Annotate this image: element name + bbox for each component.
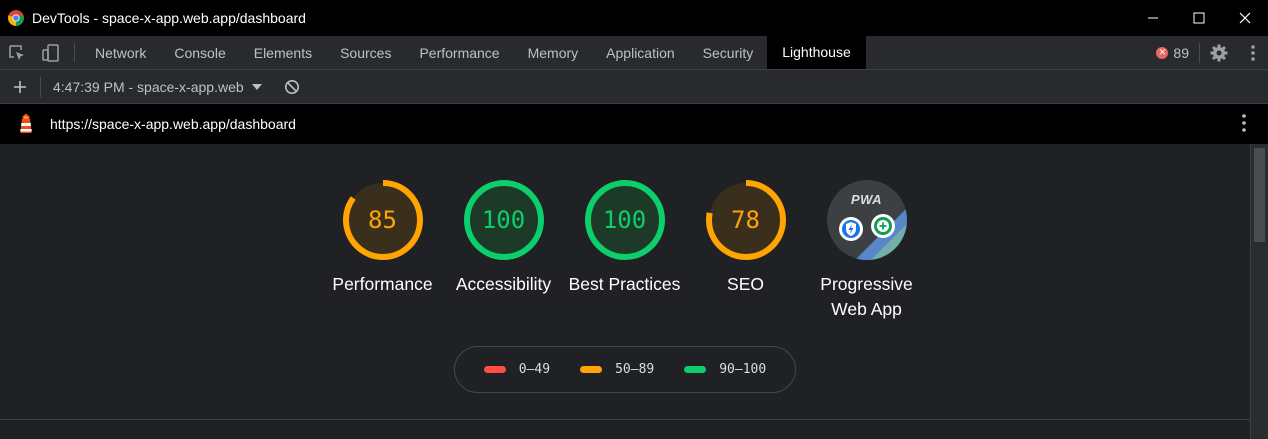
tabbar-right-controls: ✕ 89 [1156,36,1268,69]
clear-reports-button[interactable] [284,79,300,95]
window-controls [1130,0,1268,36]
gauge-score: 85 [368,206,397,234]
caret-down-icon [251,83,262,90]
legend-item-average: 50–89 [580,362,654,377]
gear-icon [1210,44,1228,61]
gauge-score: 78 [731,206,760,234]
more-vertical-icon [1242,114,1246,132]
lighthouse-icon [20,113,32,133]
report-url-bar: https://space-x-app.web.app/dashboard [0,104,1268,144]
close-icon [1239,12,1251,24]
minimize-icon [1148,17,1158,19]
tab-network[interactable]: Network [81,36,160,69]
gauge-label: Performance [332,274,433,294]
toolbar-divider [40,76,41,97]
tab-performance[interactable]: Performance [405,36,513,69]
section-divider [0,419,1250,420]
legend-range: 90–100 [719,362,767,377]
tab-security[interactable]: Security [689,36,768,69]
tab-elements[interactable]: Elements [240,36,326,69]
window-titlebar: DevTools - space-x-app.web.app/dashboard [0,0,1268,36]
scrollbar-thumb[interactable] [1254,148,1265,242]
gauge-label: Progressive Web App [820,274,913,319]
tab-sources[interactable]: Sources [326,36,405,69]
tab-application[interactable]: Application [592,36,689,69]
error-icon: ✕ [1156,46,1169,59]
maximize-button[interactable] [1176,0,1222,36]
installable-icon [870,214,895,238]
inspect-element-icon [9,44,24,60]
minimize-button[interactable] [1130,0,1176,36]
tab-memory[interactable]: Memory [514,36,593,69]
legend-swatch [580,366,603,373]
legend-swatch [483,366,506,373]
gauge-ring: 100 [462,178,546,262]
new-report-button[interactable] [0,80,40,94]
gauge-ring: 85 [341,178,425,262]
error-count: 89 [1173,44,1189,61]
gauge-seo[interactable]: 78 SEO [685,178,806,322]
window-title: DevTools - space-x-app.web.app/dashboard [32,10,306,26]
gauge-ring: 78 [704,178,788,262]
legend-range: 0–49 [518,362,551,377]
fast-reliable-icon [838,217,863,241]
report-selector-label: 4:47:39 PM - space-x-app.web [53,78,244,95]
tab-console[interactable]: Console [160,36,239,69]
vertical-scrollbar[interactable] [1250,144,1268,439]
inspect-element-button[interactable] [0,36,34,69]
gauge-score: 100 [481,206,526,234]
gauge-accessibility[interactable]: 100 Accessibility [443,178,564,322]
gauge-pwa[interactable]: PWA Progressive Web App [806,178,927,322]
gauge-label: Best Practices [568,274,681,294]
chrome-icon [8,10,24,26]
settings-button[interactable] [1200,43,1238,63]
gauge-best-practices[interactable]: 100 Best Practices [564,178,685,322]
report-selector[interactable]: 4:47:39 PM - space-x-app.web [53,79,262,95]
report-content: 85 Performance 100 Accessibility 100 Bes… [0,144,1250,439]
pwa-badge: PWA [826,180,907,260]
gauge-label: SEO [727,274,764,294]
gauge-score: 100 [602,206,647,234]
error-counter[interactable]: ✕ 89 [1156,45,1199,61]
legend-swatch [684,366,707,373]
device-toolbar-icon [42,43,59,62]
gauge-label: Accessibility [455,274,552,294]
legend-range: 50–89 [615,362,655,377]
tab-lighthouse[interactable]: Lighthouse [767,36,866,69]
score-gauges: 85 Performance 100 Accessibility 100 Bes… [322,178,927,322]
score-scale-legend: 0–49 50–89 90–100 [454,346,796,393]
gauge-performance[interactable]: 85 Performance [322,178,443,322]
devtools-tabbar: Network Console Elements Sources Perform… [0,36,1268,70]
more-vertical-icon [1251,44,1255,61]
clear-icon [284,79,299,94]
report-menu-button[interactable] [1242,114,1246,137]
lighthouse-toolbar: 4:47:39 PM - space-x-app.web [0,70,1268,104]
tabbar-divider [74,43,75,62]
legend-item-pass: 90–100 [684,362,766,377]
pwa-badge-art [838,208,907,260]
maximize-icon [1193,12,1205,24]
gauge-ring: 100 [583,178,667,262]
report-url: https://space-x-app.web.app/dashboard [50,116,296,132]
close-button[interactable] [1222,0,1268,36]
legend-item-fail: 0–49 [483,362,551,377]
devtools-menu-button[interactable] [1238,44,1268,61]
plus-icon [14,80,26,93]
device-toolbar-button[interactable] [34,36,68,69]
